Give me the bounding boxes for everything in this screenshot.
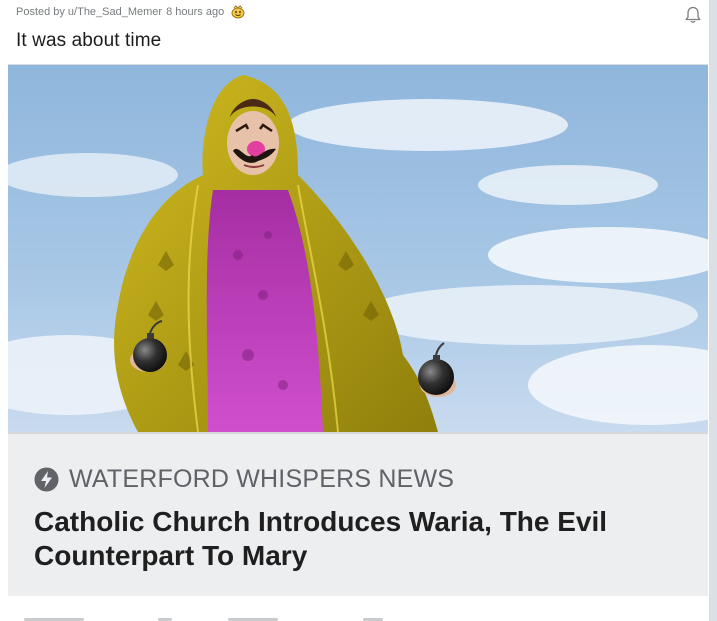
bolt-icon [34, 467, 59, 492]
posted-by-label: Posted by [16, 6, 65, 18]
post-time: 8 hours ago [166, 6, 225, 18]
post-meta: Posted by u/The_Sad_Memer 8 hours ago [16, 5, 245, 19]
article-headline[interactable]: Catholic Church Introduces Waria, The Ev… [34, 505, 684, 573]
author-link[interactable]: u/The_Sad_Memer [68, 6, 162, 18]
post-title[interactable]: It was about time [16, 30, 161, 52]
source-name: WATERFORD WHISPERS NEWS [69, 465, 455, 493]
card-divider [8, 432, 708, 434]
page-background-edge [709, 0, 717, 621]
award-icon[interactable] [231, 5, 245, 19]
article-source: WATERFORD WHISPERS NEWS [34, 465, 454, 494]
article-image [8, 65, 708, 432]
post-actions-bar [8, 596, 708, 621]
link-preview-card[interactable]: WATERFORD WHISPERS NEWS Catholic Church … [8, 64, 708, 597]
bell-icon[interactable] [683, 5, 703, 25]
